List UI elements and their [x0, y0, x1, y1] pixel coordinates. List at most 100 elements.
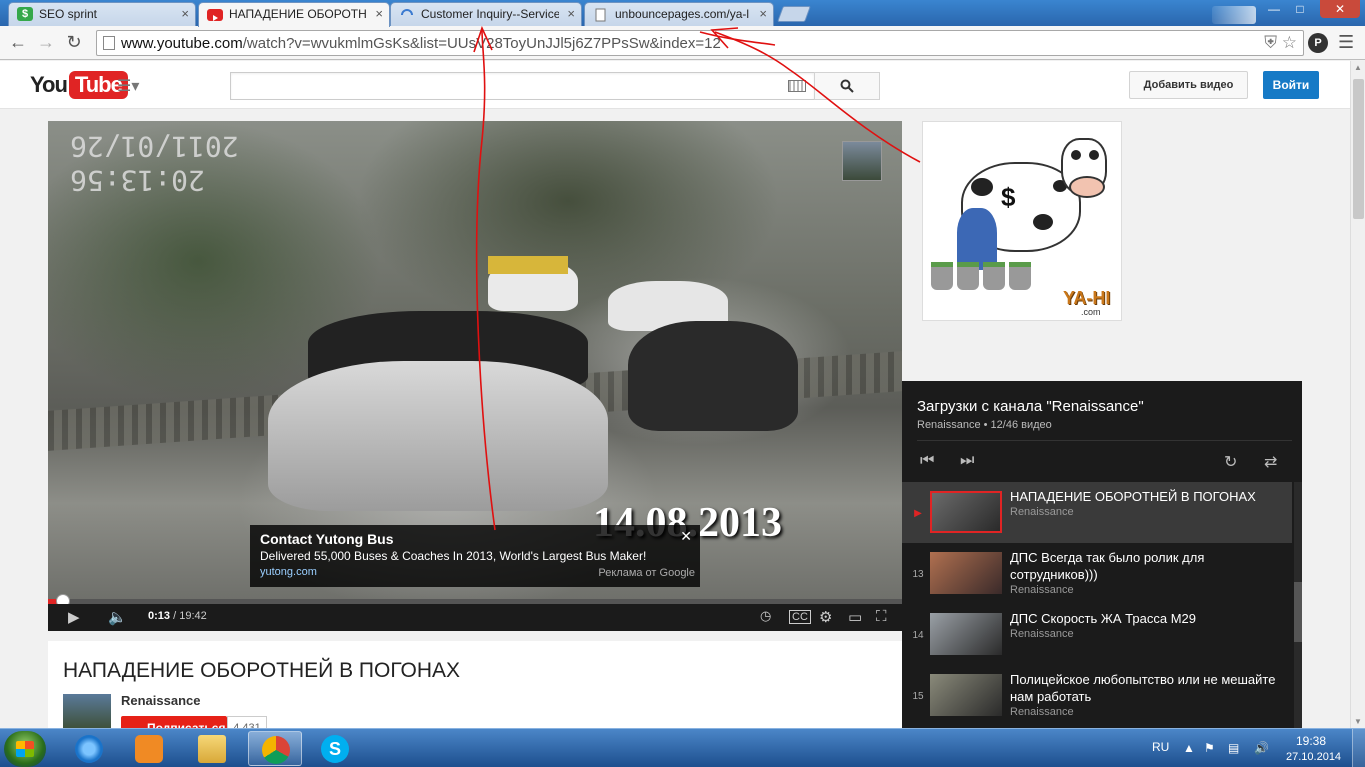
play-icon[interactable]: ▶	[68, 608, 80, 626]
playlist-item[interactable]: ▶ НАПАДЕНИЕ ОБОРОТНЕЙ В ПОГОНАХ Renaissa…	[902, 482, 1292, 543]
channel-watermark[interactable]	[842, 141, 882, 181]
tab-close-icon[interactable]: ×	[567, 3, 575, 25]
close-icon[interactable]: ✕	[680, 528, 692, 545]
maximize-icon[interactable]: □	[1288, 0, 1312, 18]
forward-arrow-icon[interactable]: →	[34, 31, 58, 55]
playlist-item-owner: Renaissance	[1010, 506, 1074, 518]
start-button[interactable]	[4, 731, 46, 767]
video-thumbnail[interactable]	[930, 552, 1002, 594]
playlist-item-title[interactable]: ДПС Скорость ЖА Трасса М29	[1010, 610, 1280, 627]
next-icon[interactable]: ⏭	[960, 452, 974, 470]
network-icon[interactable]: ▤	[1228, 741, 1239, 755]
fullscreen-icon[interactable]: ⛶	[876, 608, 887, 625]
tab-close-icon[interactable]: ×	[181, 3, 189, 25]
volume-icon[interactable]: 🔊	[1254, 741, 1269, 755]
playlist-item-index: 15	[912, 691, 924, 702]
keyboard-icon[interactable]	[788, 80, 806, 92]
scroll-down-icon[interactable]: ▼	[1354, 717, 1362, 726]
show-desktop-button[interactable]	[1352, 729, 1365, 767]
subscribe-button[interactable]: Подписаться	[121, 716, 227, 728]
shuffle-icon[interactable]: ⇄	[1264, 452, 1277, 472]
channel-name[interactable]: Renaissance	[121, 693, 201, 708]
page-scrollbar[interactable]: ▲ ▼	[1350, 61, 1365, 728]
clock-date[interactable]: 27.10.2014	[1286, 751, 1341, 763]
taskbar-file-explorer[interactable]	[185, 731, 239, 766]
sign-in-button[interactable]: Войти	[1263, 71, 1319, 99]
silver-car	[268, 361, 608, 511]
internet-explorer-icon	[75, 735, 103, 763]
tab-close-icon[interactable]: ×	[375, 3, 383, 25]
ad-title[interactable]: Contact Yutong Bus	[260, 531, 690, 547]
profile-avatar[interactable]	[1212, 6, 1256, 24]
playlist-item[interactable]: 13 ДПС Всегда так было ролик для сотрудн…	[902, 543, 1292, 604]
avatar[interactable]	[63, 694, 111, 728]
video-frame[interactable]: 20:13:56 2011/01/26 14.08.2013 Contact Y…	[48, 121, 902, 599]
previous-icon[interactable]: ⏮	[920, 452, 934, 470]
taskbar-internet-explorer[interactable]	[62, 731, 116, 766]
volume-icon[interactable]: 🔈	[108, 608, 127, 626]
loop-icon[interactable]: ↻	[1224, 452, 1237, 472]
playlist-item-title[interactable]: Полицейское любопытство или не мешайте н…	[1010, 671, 1280, 705]
video-thumbnail[interactable]	[930, 613, 1002, 655]
youtube-logo[interactable]: You Tube	[30, 71, 128, 99]
tab-customer-inquiry[interactable]: Customer Inquiry--Service ×	[390, 2, 582, 26]
clock-time[interactable]: 19:38	[1296, 734, 1326, 748]
browser-toolbar: ← → ↻ www.youtube.com/watch?v=wvukmlmGsK…	[0, 26, 1365, 60]
video-player[interactable]: 20:13:56 2011/01/26 14.08.2013 Contact Y…	[48, 121, 902, 631]
tab-youtube-video[interactable]: НАПАДЕНИЕ ОБОРОТНЕ ×	[198, 2, 390, 27]
tab-unbounce[interactable]: unbouncepages.com/ya-l ×	[584, 2, 774, 26]
skype-icon: S	[321, 735, 349, 763]
back-arrow-icon[interactable]: ←	[6, 31, 30, 55]
taskbar-media-player[interactable]	[122, 731, 176, 766]
ad-description[interactable]: Delivered 55,000 Buses & Coaches In 2013…	[260, 549, 690, 563]
chrome-menu-icon[interactable]: ☰	[1338, 32, 1354, 53]
guide-menu-icon[interactable]: ☰▾	[117, 76, 139, 96]
bookmark-star-icon[interactable]: ☆	[1282, 33, 1297, 52]
tab-title: unbouncepages.com/ya-l	[615, 7, 750, 21]
close-window-icon[interactable]: ✕	[1320, 0, 1360, 18]
playlist-subtitle: Renaissance • 12/46 видео	[917, 419, 1052, 431]
scrollbar-thumb[interactable]	[1353, 79, 1364, 219]
playlist-scrollbar[interactable]	[1294, 482, 1302, 728]
video-thumbnail[interactable]	[930, 674, 1002, 716]
show-hidden-icons-icon[interactable]: ▲	[1183, 741, 1195, 755]
scroll-up-icon[interactable]: ▲	[1354, 63, 1362, 72]
time-display: 0:13 / 19:42	[148, 610, 207, 622]
playlist-item[interactable]: 15 Полицейское любопытство или не мешайт…	[902, 665, 1292, 726]
tab-close-icon[interactable]: ×	[759, 3, 767, 25]
playlist-item[interactable]: 14 ДПС Скорость ЖА Трасса М29 Renaissanc…	[902, 604, 1292, 665]
tab-seo-sprint[interactable]: $ SEO sprint ×	[8, 2, 196, 26]
playlist-item-title[interactable]: НАПАДЕНИЕ ОБОРОТНЕЙ В ПОГОНАХ	[1010, 488, 1280, 505]
ad-overlay[interactable]: Contact Yutong Bus Delivered 55,000 Buse…	[250, 525, 700, 587]
playlist-item-owner: Renaissance	[1010, 706, 1074, 718]
search-button[interactable]	[814, 72, 880, 100]
upload-button[interactable]: Добавить видео	[1129, 71, 1248, 99]
captions-icon[interactable]: CC	[789, 610, 811, 624]
windows-logo-icon	[16, 741, 34, 757]
language-indicator[interactable]: RU	[1152, 740, 1169, 754]
extension-icon[interactable]: P	[1308, 33, 1328, 53]
playlist-title[interactable]: Загрузки с канала "Renaissance"	[917, 398, 1144, 415]
reload-icon[interactable]: ↻	[62, 31, 86, 55]
url-text[interactable]: www.youtube.com/watch?v=wvukmlmGsKs&list…	[121, 35, 721, 52]
new-tab-button[interactable]	[777, 6, 811, 22]
address-bar[interactable]: www.youtube.com/watch?v=wvukmlmGsKs&list…	[96, 30, 1304, 56]
action-center-flag-icon[interactable]: ⚑	[1204, 741, 1215, 755]
taskbar-skype[interactable]: S	[308, 731, 362, 766]
video-thumbnail[interactable]	[930, 491, 1002, 533]
side-ad-banner[interactable]: $ YA-HI .com	[922, 121, 1122, 321]
divider	[917, 440, 1292, 441]
watch-info: НАПАДЕНИЕ ОБОРОТНЕЙ В ПОГОНАХ Renaissanc…	[48, 641, 902, 728]
shield-icon[interactable]: ⛨	[1264, 33, 1277, 52]
search-input[interactable]	[230, 72, 815, 100]
farmer-figure	[957, 208, 997, 270]
settings-gear-icon[interactable]: ⚙	[819, 608, 832, 626]
playlist-item-title[interactable]: ДПС Всегда так было ролик для сотруднико…	[1010, 549, 1280, 583]
scrollbar-thumb[interactable]	[1294, 582, 1302, 642]
minimize-icon[interactable]: —	[1262, 0, 1286, 18]
page-info-icon[interactable]	[103, 36, 115, 50]
theater-mode-icon[interactable]: ▭	[848, 608, 862, 626]
windows-taskbar: S RU ▲ ⚑ ▤ 🔊 19:38 27.10.2014	[0, 728, 1365, 767]
taskbar-chrome[interactable]	[248, 731, 302, 766]
watch-later-icon[interactable]: ◷	[760, 608, 771, 624]
